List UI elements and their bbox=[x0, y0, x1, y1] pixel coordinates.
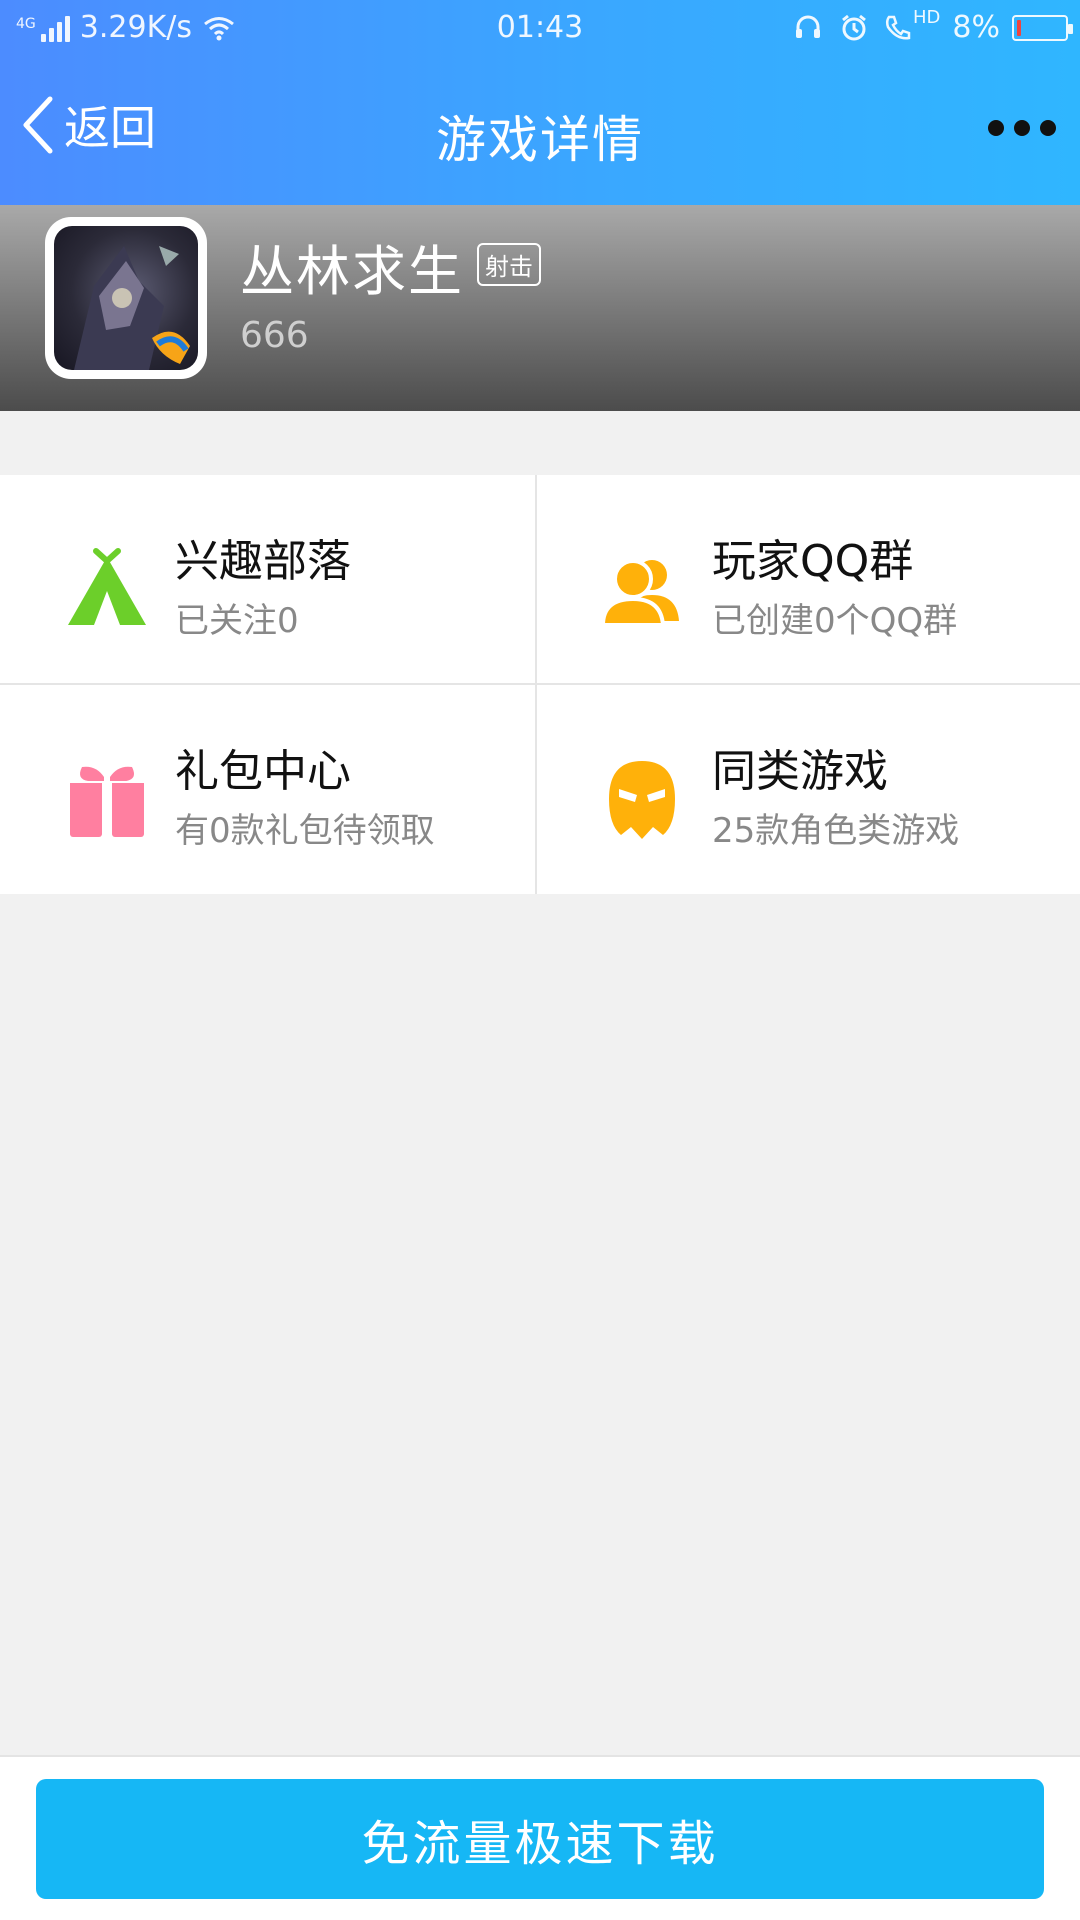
game-header: 丛林求生 射击 666 bbox=[0, 205, 1080, 411]
bottom-bar: 免流量极速下载 bbox=[0, 1755, 1080, 1920]
cell-subtitle: 25款角色类游戏 bbox=[712, 811, 960, 851]
battery-percent: 8% bbox=[952, 10, 1000, 45]
battery-icon bbox=[1012, 14, 1073, 41]
player-qq-group-cell[interactable]: 玩家QQ群 已创建0个QQ群 bbox=[537, 475, 1080, 685]
cell-title: 礼包中心 bbox=[175, 746, 351, 797]
game-name: 丛林求生 bbox=[240, 240, 464, 303]
gift-icon bbox=[70, 766, 144, 837]
group-icon bbox=[600, 559, 679, 627]
hd-call-icon: HD bbox=[883, 7, 940, 45]
cell-title: 同类游戏 bbox=[712, 746, 888, 797]
more-menu-button[interactable] bbox=[988, 120, 1056, 136]
mask-icon bbox=[609, 761, 675, 839]
cell-subtitle: 已创建0个QQ群 bbox=[712, 601, 958, 641]
download-button[interactable]: 免流量极速下载 bbox=[36, 1779, 1044, 1899]
page-title: 游戏详情 bbox=[436, 111, 644, 169]
cell-subtitle: 已关注0 bbox=[175, 601, 299, 641]
tent-icon bbox=[68, 548, 146, 625]
gift-center-cell[interactable]: 礼包中心 有0款礼包待领取 bbox=[0, 685, 537, 894]
cell-subtitle: 有0款礼包待领取 bbox=[175, 811, 435, 851]
game-description: 666 bbox=[240, 315, 309, 356]
similar-games-cell[interactable]: 同类游戏 25款角色类游戏 bbox=[537, 685, 1080, 894]
interest-tribe-cell[interactable]: 兴趣部落 已关注0 bbox=[0, 475, 537, 685]
status-bar: 4G 3.29K/s 01:43 HD 8% bbox=[0, 0, 1080, 58]
game-detail-page: 4G 3.29K/s 01:43 HD 8% 返回 游戏详情 丛林求生 射击 6… bbox=[0, 0, 1080, 1920]
status-right: HD 8% bbox=[791, 7, 1073, 45]
game-artwork bbox=[54, 226, 198, 370]
hd-label: HD bbox=[913, 7, 941, 28]
header-area: 4G 3.29K/s 01:43 HD 8% 返回 游戏详情 bbox=[0, 0, 1080, 205]
feature-grid: 兴趣部落 已关注0 玩家QQ群 已创建0个QQ群 礼包中心 有0款礼包待领取 同… bbox=[0, 475, 1080, 894]
game-icon[interactable] bbox=[45, 217, 207, 379]
game-genre-tag: 射击 bbox=[477, 243, 541, 286]
headset-icon bbox=[791, 11, 825, 45]
navigation-bar: 返回 游戏详情 bbox=[0, 58, 1080, 205]
cell-title: 玩家QQ群 bbox=[712, 536, 914, 587]
cell-title: 兴趣部落 bbox=[175, 536, 351, 587]
alarm-icon bbox=[837, 11, 871, 45]
